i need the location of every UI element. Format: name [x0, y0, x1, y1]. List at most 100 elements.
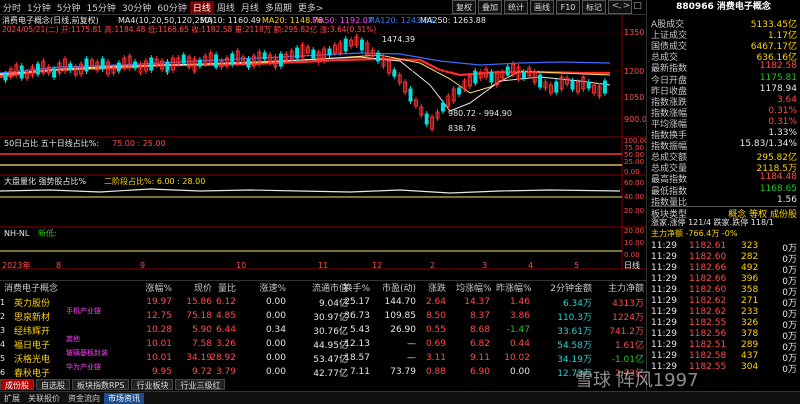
tick-price: 1182.62 [689, 295, 727, 306]
price-annotation: 1474.39 [382, 35, 415, 44]
tick-row: 11:29 1182.62 271 0万 [651, 295, 797, 309]
status-item-2[interactable]: 资金流向 [64, 393, 104, 404]
price-tick: 1350 [624, 28, 644, 37]
tick-price: 1182.60 [689, 251, 727, 262]
tick-time: 11:29 [651, 339, 677, 350]
table-cell: 2.64 [425, 297, 446, 307]
index-stat-row: A股成交 5133.45亿 [651, 17, 797, 30]
table-cell: 6.90 [469, 367, 490, 377]
index-stat-row: 指数振幅 15.83/1.34% [651, 139, 797, 152]
table-cell: 4313万 [612, 298, 644, 309]
period-tab-7[interactable]: 周线 [214, 1, 238, 14]
table-cell: 34.19 [186, 353, 212, 363]
tool-button-5[interactable]: 标记 [582, 0, 606, 14]
tick-price: 1182.60 [689, 284, 727, 295]
table-cell: 2分钟金额 [550, 284, 592, 294]
tick-time: 11:29 [651, 328, 677, 339]
tick-price: 1182.62 [689, 306, 727, 317]
table-cell: 9.11 [469, 353, 490, 363]
tick-price: 1182.66 [689, 262, 727, 273]
period-tab-6[interactable]: 日线 [189, 0, 214, 14]
period-tab-9[interactable]: 多周期 [262, 1, 295, 14]
tick-row: 11:29 1182.66 492 0万 [651, 262, 797, 276]
index-stat-row: 总成交额 295.82亿 [651, 150, 797, 163]
period-tab-0[interactable]: 分时 [0, 1, 24, 14]
date-tick: 10 [236, 261, 246, 270]
table-cell: 741.2万 [609, 326, 644, 337]
index-stat-row: 指数量比 1.56 [651, 195, 797, 208]
bottom-tab-0[interactable]: 成份股 [0, 379, 34, 390]
period-tab-1[interactable]: 1分钟 [24, 1, 54, 14]
tick-time: 11:29 [651, 240, 677, 251]
table-cell: — [407, 353, 416, 363]
table-cell: 8.37 [469, 311, 490, 321]
period-tab-2[interactable]: 5分钟 [54, 1, 84, 14]
tool-button-0[interactable]: 复权 [452, 0, 476, 14]
index-stat-row: 最低指数 1168.65 [651, 184, 797, 197]
table-cell: 6.44 [215, 325, 236, 335]
index-stat-row: 指数涨幅 0.31% [651, 106, 797, 119]
table-cell: 25.17 [344, 297, 370, 307]
table-cell: 7.58 [191, 339, 212, 349]
table-cell: 5.43 [349, 325, 370, 335]
table-row[interactable]: 思泉新材 2 手机产业链 12.75 75.18 4.85 0.00 30.97亿 36.73 1… [0, 307, 646, 323]
window-control-2[interactable]: □ [632, 1, 643, 11]
row-index: 6 [0, 367, 6, 377]
row-index: 5 [0, 353, 6, 363]
table-cell: 10.01 [146, 353, 172, 363]
tool-button-2[interactable]: 统计 [504, 0, 528, 14]
table-cell: — [407, 339, 416, 349]
tool-button-1[interactable]: 叠加 [478, 0, 502, 14]
table-row[interactable]: 春秋电子 6 华为产业链 9.95 9.72 3.79 0.00 42.77亿 7.11 73.7… [0, 363, 646, 379]
tick-volume: 326 [741, 317, 759, 328]
bottom-tab-3[interactable]: 行业板块 [131, 379, 174, 390]
row-tag: 手机产业链 [66, 307, 101, 315]
sub3-values: 新低: [38, 228, 57, 238]
status-item-3[interactable]: 市场资讯 [104, 392, 144, 404]
status-item-0[interactable]: 扩展 [0, 393, 24, 404]
index-stat-value: 1182.58 [759, 61, 797, 72]
date-tick: 3 [482, 261, 487, 270]
date-tick: 5 [574, 261, 579, 270]
status-item-1[interactable]: 关联报价 [24, 393, 64, 404]
tick-row: 11:29 1182.60 358 0万 [651, 284, 797, 298]
tool-button-3[interactable]: 画线 [530, 0, 554, 14]
table-cell: 10.28 [146, 325, 172, 335]
tick-volume: 271 [741, 295, 759, 306]
window-control-1[interactable]: > [621, 1, 632, 11]
table-cell: 8.68 [469, 325, 490, 335]
tick-time: 11:29 [651, 295, 677, 306]
window-control-0[interactable]: < [610, 1, 621, 11]
tick-price: 1182.58 [689, 350, 727, 361]
period-tab-10[interactable]: 更多> [295, 1, 327, 14]
table-cell: 3.26 [215, 339, 236, 349]
table-cell: 19.97 [146, 297, 172, 307]
kline-chart[interactable]: 1350 1200 1050 900.00 1474.39 980.72 - 994.90… [0, 15, 646, 270]
bottom-tab-4[interactable]: 行业三级红 [175, 379, 226, 390]
table-cell: 4.85 [215, 311, 236, 321]
row-tag: 华为产业链 [66, 363, 101, 371]
period-tab-3[interactable]: 15分钟 [83, 1, 118, 14]
table-cell: 18.57 [344, 353, 370, 363]
table-cell: 9.72 [191, 367, 212, 377]
index-stat-value: 0.31% [768, 116, 797, 127]
period-tab-8[interactable]: 月线 [238, 1, 262, 14]
table-cell: 33.61万 [557, 326, 592, 337]
table-cell: 1.46 [509, 297, 530, 307]
bottom-tab-2[interactable]: 板块指数RPS [72, 379, 130, 390]
sub3-label: NH-NL [4, 229, 30, 238]
row-index: 3 [0, 325, 6, 335]
tool-button-4[interactable]: F10 [556, 0, 580, 14]
row-tag: 其他 [66, 335, 80, 343]
period-tab-4[interactable]: 30分钟 [119, 1, 154, 14]
table-cell: 36.73 [344, 311, 370, 321]
date-tick: 9 [140, 261, 145, 270]
table-cell: 0.34 [265, 325, 286, 335]
sub3-tick: 20.00 [624, 227, 644, 235]
bottom-tab-1[interactable]: 自选股 [36, 379, 70, 390]
table-cell: 54.58万 [557, 340, 592, 351]
chart-ohlc-line: 2024/05/21(二) 开:1175.81 高:1184.48 低:1168… [2, 24, 376, 34]
period-tab-5[interactable]: 60分钟 [154, 1, 189, 14]
chart-header-ma250: MA250: 1263.88 [420, 16, 486, 25]
advance-decline: 涨家.涨停 121/4 跌家.跌停 118/1 [651, 217, 774, 227]
